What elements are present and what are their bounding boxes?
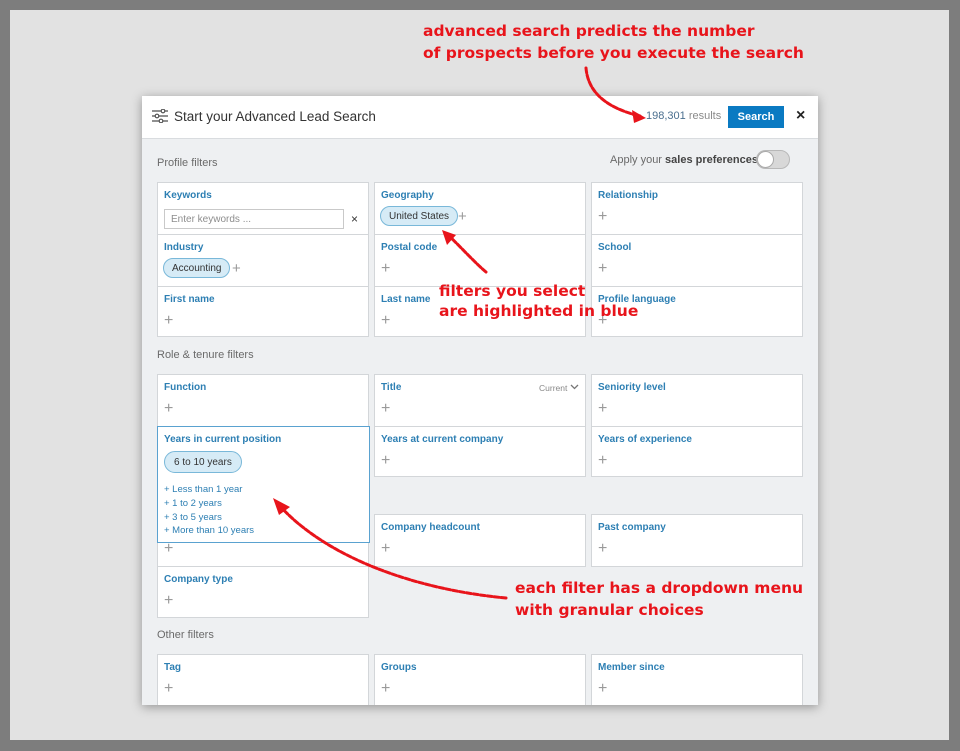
title-scope-value: Current [539,383,568,393]
option-less-than-1-year[interactable]: + Less than 1 year [164,484,242,495]
filter-title: Title [381,382,402,393]
add-postal-code-icon[interactable]: + [381,261,390,277]
filter-groups[interactable]: Groups + [374,654,586,705]
results-suffix: results [688,110,722,122]
annotation-highlight-line2: are highlighted in blue [439,302,639,320]
add-function-icon[interactable]: + [164,401,173,417]
add-geography-icon[interactable]: + [458,209,467,224]
add-relationship-icon[interactable]: + [598,209,607,225]
filter-first-name[interactable]: First name + [157,286,369,337]
filter-geography[interactable]: Geography United States + [374,182,586,235]
filter-title: Groups [381,662,417,673]
filter-title: School [598,242,632,253]
modal-header: Start your Advanced Lead Search 198,301 … [142,96,818,139]
annotation-results-line1: advanced search predicts the number [423,22,755,40]
filter-title: Past company [598,522,666,533]
option-more-than-10-years[interactable]: + More than 10 years [164,525,254,536]
filter-title: Keywords [164,190,212,201]
toggle-knob [757,151,774,168]
filter-title: Company headcount [381,522,480,533]
annotation-dropdown-line1: each filter has a dropdown menu [515,579,804,597]
filter-years-in-position-open[interactable]: Years in current position 6 to 10 years … [157,426,370,543]
annotation-results-line2: of prospects before you execute the sear… [423,44,804,62]
filter-seniority-level[interactable]: Seniority level + [591,374,803,427]
filter-title: Geography [381,190,434,201]
add-groups-icon[interactable]: + [381,681,390,697]
filter-years-of-experience[interactable]: Years of experience + [591,426,803,477]
industry-selected-pill[interactable]: Accounting [163,258,231,278]
filter-title: Industry [164,242,204,253]
sales-prefs-bold: sales preferences [665,154,758,166]
results-number: 198,301 [646,110,686,122]
add-industry-icon[interactable]: + [232,261,241,276]
advanced-search-modal: Start your Advanced Lead Search 198,301 … [142,96,818,705]
section-profile-filters: Profile filters [157,157,218,169]
add-school-icon[interactable]: + [598,261,607,277]
title-scope-dropdown[interactable]: Current [539,383,579,393]
filter-title: Years of experience [598,434,692,445]
geography-selected-pill[interactable]: United States [380,206,459,226]
annotation-highlight-line1: filters you select [439,282,586,300]
clear-keywords-icon[interactable]: × [351,212,358,226]
filter-title: Relationship [598,190,659,201]
filter-title: Company type [164,574,233,585]
filter-school[interactable]: School + [591,234,803,287]
search-button[interactable]: Search [728,106,784,128]
add-company-type-icon[interactable]: + [164,593,173,609]
filter-title: Member since [598,662,665,673]
filter-function[interactable]: Function + [157,374,369,427]
add-company-headcount-icon[interactable]: + [381,541,390,557]
filter-title: Last name [381,294,431,305]
filter-title: Years at current company [381,434,504,445]
sales-preferences-label: Apply your sales preferences [610,154,758,166]
close-icon[interactable]: × [796,107,805,125]
add-seniority-icon[interactable]: + [598,401,607,417]
filter-title: Tag [164,662,182,673]
section-other-filters: Other filters [157,629,214,641]
filter-past-company[interactable]: Past company + [591,514,803,567]
add-first-name-icon[interactable]: + [164,313,173,329]
add-company-icon[interactable]: + [164,541,173,557]
filter-keywords: Keywords × [157,182,369,235]
filter-member-since[interactable]: Member since + [591,654,803,705]
add-title-icon[interactable]: + [381,401,390,417]
filter-company-headcount[interactable]: Company headcount + [374,514,586,567]
modal-title: Start your Advanced Lead Search [174,109,376,124]
years-position-selected-pill[interactable]: 6 to 10 years [164,451,242,473]
filter-relationship[interactable]: Relationship + [591,182,803,235]
add-years-experience-icon[interactable]: + [598,453,607,469]
filter-company-type[interactable]: Company type + [157,566,369,618]
filter-years-at-company[interactable]: Years at current company + [374,426,586,477]
filter-industry[interactable]: Industry Accounting + [157,234,369,287]
filter-title: First name [164,294,215,305]
option-1-to-2-years[interactable]: + 1 to 2 years [164,498,222,509]
section-role-tenure-filters: Role & tenure filters [157,349,254,361]
results-count: 198,301 results [646,110,721,122]
option-3-to-5-years[interactable]: + 3 to 5 years [164,512,222,523]
filter-tag[interactable]: Tag + [157,654,369,705]
add-tag-icon[interactable]: + [164,681,173,697]
sales-preferences-toggle[interactable] [756,150,790,169]
annotation-dropdown-line2: with granular choices [515,601,704,619]
add-years-company-icon[interactable]: + [381,453,390,469]
sliders-icon [152,109,168,123]
filter-title: Postal code [381,242,438,253]
add-past-company-icon[interactable]: + [598,541,607,557]
filter-title: Years in current position [164,434,282,445]
filter-title: Function [164,382,207,393]
filter-title: Seniority level [598,382,666,393]
add-last-name-icon[interactable]: + [381,313,390,329]
sales-prefs-prefix: Apply your [610,154,662,166]
add-member-since-icon[interactable]: + [598,681,607,697]
filter-title-card[interactable]: Title Current + [374,374,586,427]
keywords-input[interactable] [164,209,344,229]
chevron-down-icon [570,384,579,390]
